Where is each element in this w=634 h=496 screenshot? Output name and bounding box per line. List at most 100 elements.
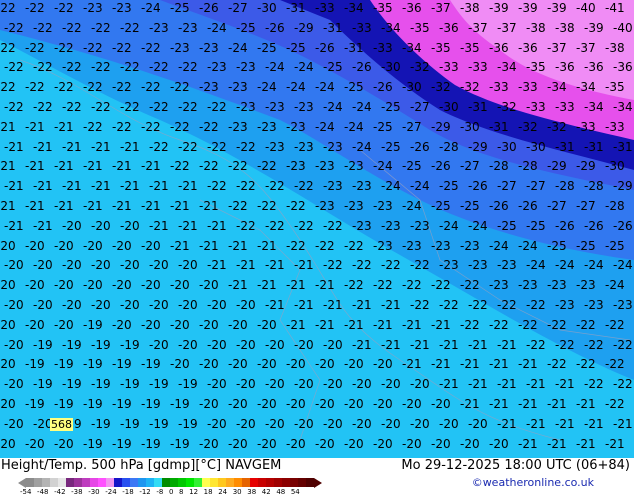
contour-label: -29	[547, 159, 567, 174]
contour-label: -19	[25, 397, 45, 411]
legend-swatch	[266, 478, 274, 487]
contour-label: -26	[584, 218, 604, 233]
contour-label: -20	[170, 278, 190, 293]
contour-label: -26	[431, 159, 451, 174]
contour-label: -22	[410, 298, 430, 312]
contour-label: -21	[584, 416, 604, 431]
contour-label: -19	[120, 337, 140, 352]
contour-label: -19	[120, 416, 140, 431]
contour-label: -25	[497, 218, 517, 233]
contour-label: -20	[207, 337, 227, 352]
contour-label: -24	[613, 258, 633, 273]
contour-label: -20	[25, 278, 45, 293]
contour-label: -36	[613, 60, 633, 75]
contour-label: -24	[526, 258, 546, 273]
contour-label: -21	[54, 199, 74, 213]
contour-label: -22	[199, 119, 219, 134]
legend-swatch	[178, 478, 186, 487]
contour-label: -22	[120, 60, 140, 75]
contour-label: -22	[178, 60, 198, 75]
contour-label: -36	[402, 1, 422, 15]
legend-swatch	[74, 478, 82, 487]
contour-label: -23	[265, 139, 285, 154]
contour-label: -20	[344, 436, 364, 451]
contour-label: -20	[228, 317, 248, 332]
contour-label: -26	[489, 199, 509, 213]
contour-label: -19	[83, 357, 103, 372]
contour-label: -21	[4, 218, 24, 233]
contour-label: -26	[315, 40, 335, 55]
contour-label: -22	[547, 357, 567, 372]
contour-label: -20	[199, 317, 219, 332]
contour-label: -21	[381, 337, 401, 352]
contour-label: -21	[120, 179, 140, 194]
contour-label: -23	[294, 139, 314, 154]
contour-label: -21	[381, 298, 401, 312]
contour-label: -21	[497, 416, 517, 431]
contour-label: -19	[141, 357, 161, 372]
legend-swatch	[90, 478, 98, 487]
contour-label: -22	[207, 100, 227, 114]
contour-label: -21	[547, 397, 567, 411]
contour-label: -26	[265, 20, 285, 35]
contour-label: -20	[25, 436, 45, 451]
contour-label: -21	[439, 377, 459, 392]
legend-tick: 18	[203, 488, 213, 496]
contour-label: -20	[294, 337, 314, 352]
contour-label: -22	[120, 20, 140, 35]
contour-label: -21	[199, 238, 219, 253]
contour-label: -22	[236, 179, 256, 194]
contour-label: -20	[257, 317, 277, 332]
contour-label: -21	[170, 238, 190, 253]
contour-label: -34	[402, 40, 422, 55]
contour-label: -21	[33, 139, 53, 154]
contour-label: -21	[112, 199, 132, 213]
contour-label: -22	[294, 179, 314, 194]
contour-label: -22	[112, 80, 132, 95]
contour-label: -31	[468, 100, 488, 114]
contour-label: -20	[257, 397, 277, 411]
contour-label: -25	[257, 40, 277, 55]
contour-label: -21	[323, 298, 343, 312]
contour-label: -26	[199, 1, 219, 15]
legend-swatch	[82, 478, 90, 487]
contour-label: -21	[62, 179, 82, 194]
contour-label: -21	[439, 337, 459, 352]
contour-label: -20	[62, 258, 82, 273]
contour-label: -19	[112, 397, 132, 411]
contour-label: -22	[323, 218, 343, 233]
contour-label: -22	[25, 40, 45, 55]
contour-label: -37	[576, 40, 596, 55]
contour-label: -21	[547, 436, 567, 451]
contour-label: -21	[257, 238, 277, 253]
contour-label: -20	[431, 397, 451, 411]
credit-link[interactable]: ©weatheronline.co.uk	[472, 476, 594, 489]
contour-label: -21	[402, 317, 422, 332]
contour-label: -21	[207, 218, 227, 233]
contour-label: -22	[294, 218, 314, 233]
legend-tick: -42	[54, 488, 66, 496]
contour-label: -19	[25, 357, 45, 372]
contour-label: -25	[605, 238, 625, 253]
contour-label: -23	[199, 80, 219, 95]
contour-label: -23	[286, 119, 306, 134]
contour-label: -21	[0, 199, 16, 213]
contour-label: -20	[468, 416, 488, 431]
contour-label: -20	[431, 436, 451, 451]
legend-swatch	[298, 478, 306, 487]
contour-label: -19	[54, 357, 74, 372]
contour-label: -23	[518, 278, 538, 293]
map-title: Height/Temp. 500 hPa [gdmp][°C] NAVGEM	[1, 458, 282, 473]
contour-label: -26	[518, 199, 538, 213]
contour-label: -39	[518, 1, 538, 15]
contour-label: -23	[257, 119, 277, 134]
contour-label: -24	[352, 139, 372, 154]
contour-label: -24	[352, 100, 372, 114]
contour-label: -39	[489, 1, 509, 15]
contour-label: -22	[526, 298, 546, 312]
contour-label: -19	[33, 377, 53, 392]
contour-label: -20	[0, 357, 16, 372]
contour-label: -37	[547, 40, 567, 55]
contour-label: -22	[352, 258, 372, 273]
contour-label: -25	[547, 238, 567, 253]
